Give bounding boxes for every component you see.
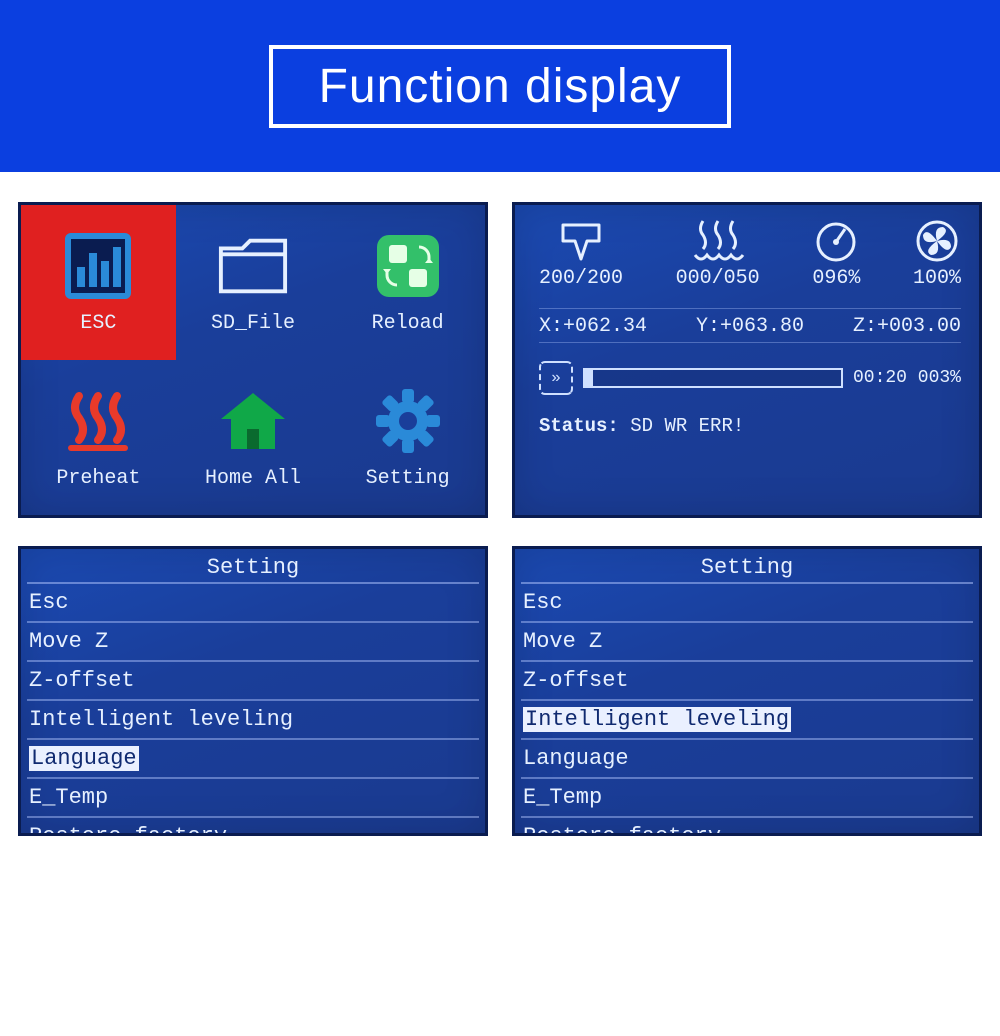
list-item-label: E_Temp <box>29 785 108 810</box>
nozzle-icon <box>557 219 605 263</box>
list-item-label: Language <box>29 746 139 771</box>
menu-home-all[interactable]: Home All <box>176 360 331 515</box>
menu-sd-file[interactable]: SD_File <box>176 205 331 360</box>
x-coord: X:+062.34 <box>539 315 647 338</box>
folder-icon <box>217 230 289 302</box>
list-item-label: Esc <box>523 590 563 615</box>
z-coord: Z:+003.00 <box>853 315 961 338</box>
menu-setting[interactable]: Setting <box>330 360 485 515</box>
list-item[interactable]: Esc <box>521 584 973 623</box>
list-item[interactable]: Z-offset <box>27 662 479 701</box>
menu-label: SD_File <box>211 312 295 335</box>
list-item-label: Esc <box>29 590 69 615</box>
list-item-label: Intelligent leveling <box>523 707 791 732</box>
menu-esc[interactable]: ESC <box>21 205 176 360</box>
list-item[interactable]: Intelligent leveling <box>521 701 973 740</box>
list-item[interactable]: Language <box>521 740 973 779</box>
fan-value: 100% <box>913 267 961 290</box>
settings-screen-right: Setting Esc Move Z Z-offset Intelligent lev… <box>512 546 982 836</box>
bed-stat: 000/050 <box>676 219 760 290</box>
menu-label: Setting <box>366 467 450 490</box>
screens-grid: ESC SD_File <box>0 172 1000 856</box>
list-item-label: Z-offset <box>29 668 135 693</box>
menu-reload[interactable]: Reload <box>330 205 485 360</box>
y-coord: Y:+063.80 <box>696 315 804 338</box>
list-item-label: Move Z <box>29 629 108 654</box>
menu-label: Preheat <box>56 467 140 490</box>
bed-value: 000/050 <box>676 267 760 290</box>
fan-icon <box>914 219 960 263</box>
list-item[interactable]: Language <box>27 740 479 779</box>
reload-icon <box>372 230 444 302</box>
status-screen: 200/200 000/050 096% 100% X:+062.34 Y:+0… <box>512 202 982 518</box>
progress-icon: » <box>539 361 573 395</box>
list-item[interactable]: Move Z <box>521 623 973 662</box>
fan-stat: 100% <box>913 219 961 290</box>
list-item[interactable]: E_Temp <box>27 779 479 818</box>
heat-icon <box>62 385 134 457</box>
settings-screen-left: Setting Esc Move Z Z-offset Intelligent lev… <box>18 546 488 836</box>
bars-icon <box>62 230 134 302</box>
banner: Function display <box>0 0 1000 172</box>
gear-icon <box>372 385 444 457</box>
progress-row: » 00:20 003% <box>539 361 961 395</box>
status-label: Status: <box>539 415 619 437</box>
banner-title: Function display <box>269 45 732 128</box>
list-item-label: Restore factory <box>523 824 721 836</box>
list-item-label: E_Temp <box>523 785 602 810</box>
list-item[interactable]: Restore factory <box>27 818 479 836</box>
hotend-value: 200/200 <box>539 267 623 290</box>
list-item-label: Intelligent leveling <box>29 707 293 732</box>
bed-heat-icon <box>691 219 745 263</box>
status-icons-row: 200/200 000/050 096% 100% <box>539 219 961 290</box>
list-item[interactable]: Z-offset <box>521 662 973 701</box>
feed-stat: 096% <box>812 219 860 290</box>
menu-label: Reload <box>372 312 444 335</box>
list-item-label: Restore factory <box>29 824 227 836</box>
list-item[interactable]: Intelligent leveling <box>27 701 479 740</box>
progress-text: 00:20 003% <box>853 368 961 388</box>
home-icon <box>217 385 289 457</box>
menu-preheat[interactable]: Preheat <box>21 360 176 515</box>
list-item-label: Move Z <box>523 629 602 654</box>
progress-fill <box>585 370 593 386</box>
list-item-label: Language <box>523 746 629 771</box>
list-item[interactable]: Restore factory <box>521 818 973 836</box>
status-value: SD WR ERR! <box>630 415 744 437</box>
hotend-stat: 200/200 <box>539 219 623 290</box>
settings-title: Setting <box>521 553 973 584</box>
gauge-icon <box>813 219 859 263</box>
list-item[interactable]: Move Z <box>27 623 479 662</box>
settings-title: Setting <box>27 553 479 584</box>
list-item-label: Z-offset <box>523 668 629 693</box>
main-menu-screen: ESC SD_File <box>18 202 488 518</box>
list-item[interactable]: E_Temp <box>521 779 973 818</box>
coords-row: X:+062.34 Y:+063.80 Z:+003.00 <box>539 308 961 343</box>
status-line: Status: SD WR ERR! <box>539 415 961 437</box>
progress-bar <box>583 368 843 388</box>
menu-label: Home All <box>205 467 301 490</box>
feed-value: 096% <box>812 267 860 290</box>
list-item[interactable]: Esc <box>27 584 479 623</box>
menu-label: ESC <box>80 312 116 335</box>
